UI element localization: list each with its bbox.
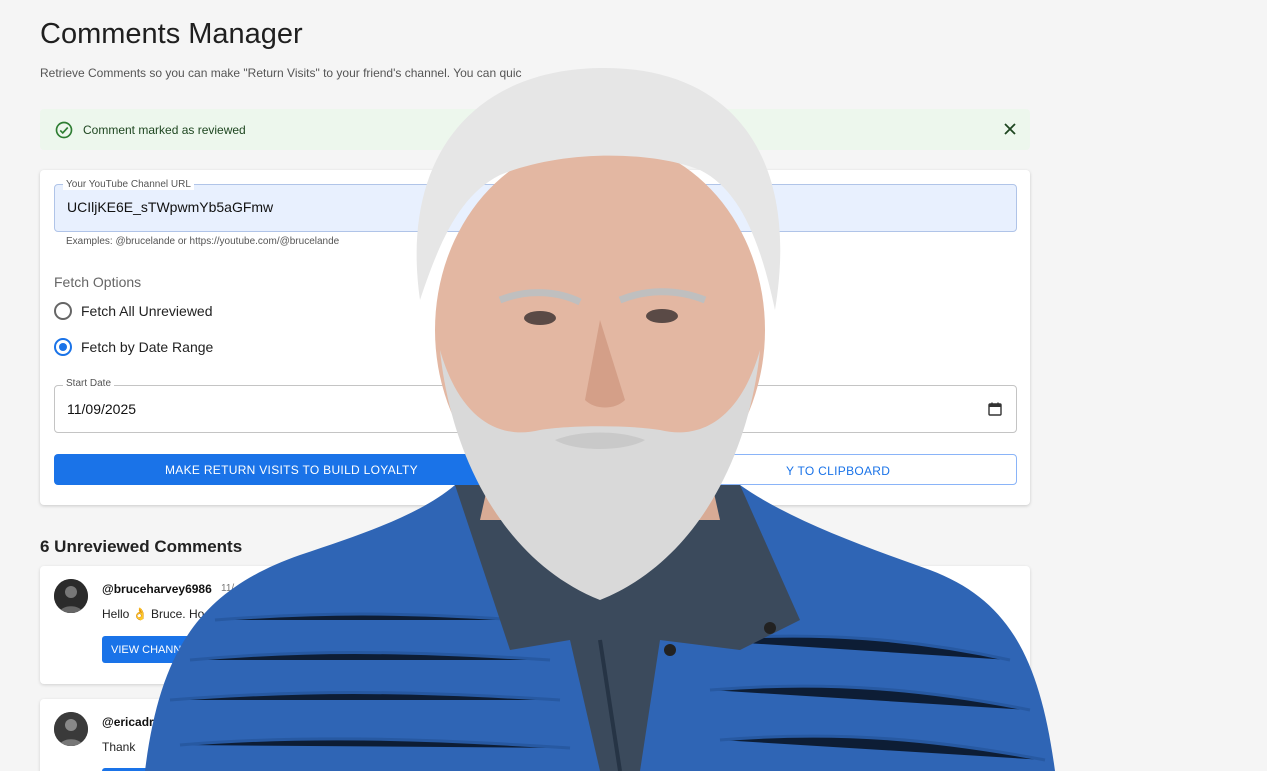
channel-url-helper: Examples: @brucelande or https://youtube… (66, 236, 340, 247)
fetch-date-range-label: Fetch by Date Range (81, 339, 214, 355)
comment-author[interactable]: @ericadr (102, 715, 154, 729)
user-avatar-icon (54, 712, 88, 746)
avatar (54, 712, 88, 746)
page-title: Comments Manager (40, 18, 303, 50)
start-date-input[interactable] (67, 401, 367, 417)
fetch-all-label: Fetch All Unreviewed (81, 303, 213, 319)
channel-url-field[interactable] (54, 184, 1017, 232)
fetch-options-title: Fetch Options (54, 274, 142, 290)
comment-text: Hello 👌 Bruce. Ho (102, 607, 205, 621)
radio-fetch-all[interactable] (54, 302, 72, 320)
view-channel-button[interactable]: VIEW CHANN (102, 636, 191, 663)
comment-date: 11/ (221, 583, 235, 594)
unreviewed-comments-heading: 6 Unreviewed Comments (40, 537, 243, 556)
copy-to-clipboard-button[interactable]: Y TO CLIPBOARD (537, 454, 1017, 485)
avatar (54, 579, 88, 613)
comment-author[interactable]: @bruceharvey6986 (102, 582, 212, 596)
calendar-icon[interactable] (988, 402, 1002, 416)
start-date-label: Start Date (63, 378, 115, 389)
check-circle-icon (55, 121, 73, 139)
fetch-date-range-option[interactable]: Fetch by Date Range (54, 338, 213, 356)
channel-url-input[interactable] (67, 199, 967, 215)
make-return-visits-button[interactable]: MAKE RETURN VISITS TO BUILD LOYALTY (54, 454, 529, 485)
alert-message: Comment marked as reviewed (83, 123, 246, 137)
channel-url-label: Your YouTube Channel URL (63, 179, 194, 190)
comment-card: @bruceharvey6986 11/ Hello 👌 Bruce. Ho V… (40, 566, 1030, 684)
copy-to-clipboard-label: Y TO CLIPBOARD (786, 464, 891, 478)
success-alert: Comment marked as reviewed (40, 109, 1030, 150)
fetch-settings-card: Your YouTube Channel URL Examples: @bruc… (40, 170, 1030, 505)
comment-card: @ericadr Thank (40, 699, 1030, 771)
start-date-field[interactable] (54, 385, 1017, 433)
fetch-all-option[interactable]: Fetch All Unreviewed (54, 302, 213, 320)
user-avatar-icon (54, 579, 88, 613)
comment-text: Thank (102, 740, 136, 754)
close-icon[interactable] (1002, 121, 1018, 137)
page-subtitle: Retrieve Comments so you can make "Retur… (40, 66, 522, 80)
radio-fetch-date-range[interactable] (54, 338, 72, 356)
